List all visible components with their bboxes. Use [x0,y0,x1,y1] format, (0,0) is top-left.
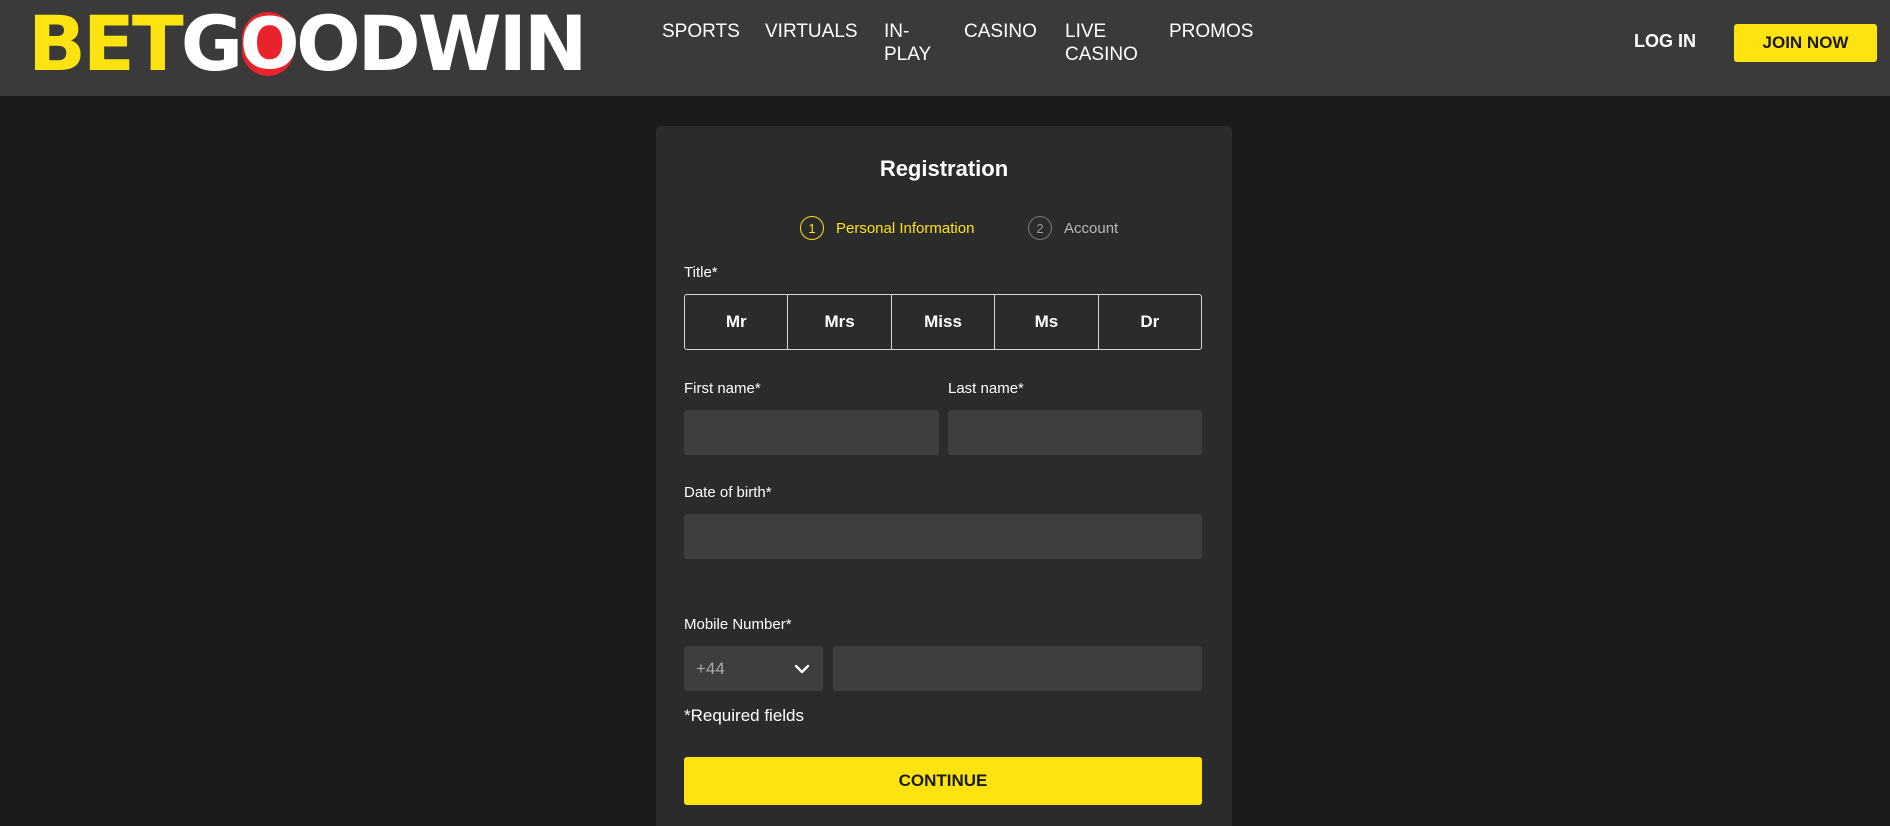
logo-o-badge: O [239,3,300,85]
nav-casino[interactable]: CASINO [964,20,1037,43]
required-fields-note: *Required fields [684,706,805,725]
dob-input[interactable] [684,514,1202,559]
nav-sports[interactable]: SPORTS [662,20,740,43]
title-option-mr[interactable]: Mr [685,295,789,349]
login-button[interactable]: LOG IN [1634,31,1696,52]
title-option-miss[interactable]: Miss [892,295,996,349]
mobile-label: Mobile Number* [684,616,792,633]
step-account: 2 Account [1028,216,1118,240]
step-number-1: 1 [800,216,824,240]
title-option-mrs[interactable]: Mrs [788,295,892,349]
logo-odwin: ODWIN [296,0,587,88]
first-name-input[interactable] [684,410,939,455]
title-option-dr[interactable]: Dr [1099,295,1201,349]
title-option-ms[interactable]: Ms [995,295,1099,349]
logo-bet: BET [28,0,184,88]
nav-virtuals[interactable]: VIRTUALS [765,20,858,43]
logo-g: G [180,0,243,88]
nav-live-casino[interactable]: LIVE CASINO [1065,20,1138,66]
title-label: Title* [684,264,718,281]
mobile-number-input[interactable] [833,646,1202,691]
last-name-input[interactable] [948,410,1202,455]
step-label-personal-information: Personal Information [836,219,975,237]
registration-steps: 1 Personal Information 2 Account [656,216,1232,246]
step-personal-information: 1 Personal Information [800,216,974,240]
continue-button[interactable]: CONTINUE [684,757,1202,805]
site-header: BET G O ODWIN SPORTS VIRTUALS IN- PLAY C… [0,0,1890,96]
country-code-value: +44 [696,658,725,678]
betgoodwin-logo[interactable]: BET G O ODWIN [28,3,587,85]
title-options: Mr Mrs Miss Ms Dr [684,294,1202,350]
chevron-down-icon [793,660,811,678]
step-label-account: Account [1064,219,1119,237]
join-now-button[interactable]: JOIN NOW [1734,24,1877,62]
dob-label: Date of birth* [684,484,772,501]
step-number-2: 2 [1028,216,1052,240]
country-code-select[interactable]: +44 [684,646,823,691]
registration-card: Registration 1 Personal Information 2 Ac… [656,126,1232,826]
nav-in-play[interactable]: IN- PLAY [884,20,931,66]
last-name-label: Last name* [948,380,1024,397]
nav-promos[interactable]: PROMOS [1169,20,1253,43]
registration-title: Registration [879,156,1009,181]
first-name-label: First name* [684,380,761,397]
